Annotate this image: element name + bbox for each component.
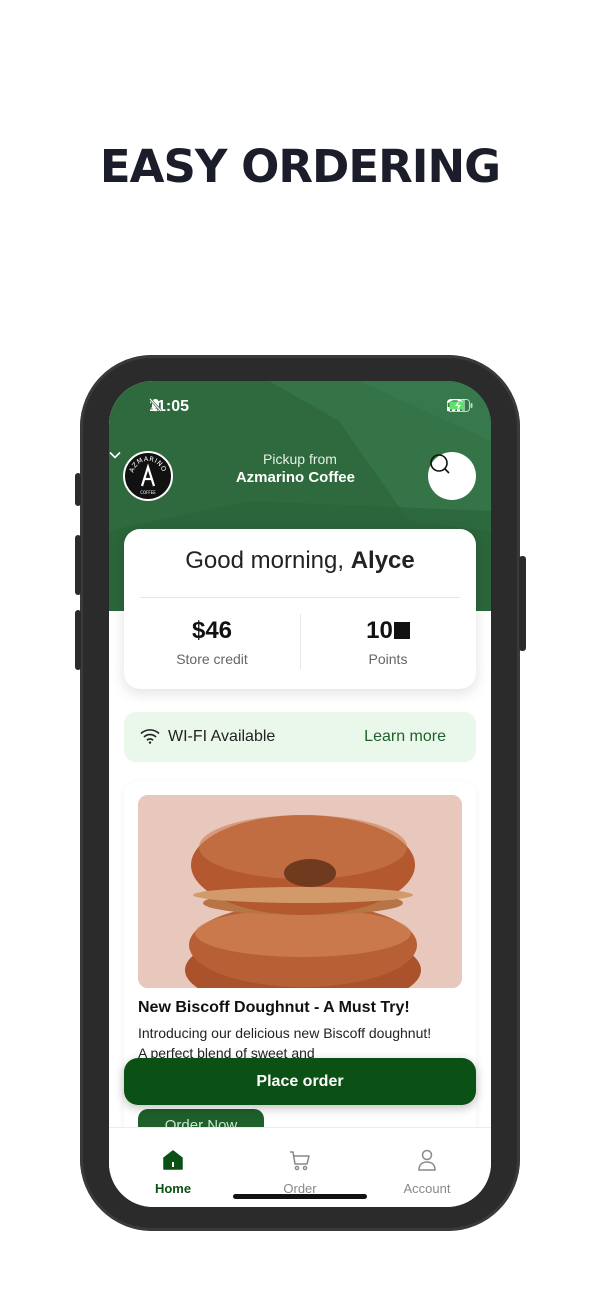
svg-text:COFFEE: COFFEE (140, 490, 156, 495)
learn-more-link[interactable]: Learn more (364, 728, 446, 746)
wifi-label: WI-FI Available (168, 728, 276, 745)
cart-icon[interactable] (288, 1151, 312, 1176)
doughnut-image (138, 795, 462, 988)
greeting-card: Good morning, Alyce $46 Store credit 10 … (124, 529, 476, 689)
store-credit-label: Store credit (176, 651, 248, 667)
promo-description: Introducing our delicious new Biscoff do… (138, 1025, 432, 1061)
wifi-icon (140, 728, 160, 749)
tab-home[interactable]: Home (109, 1148, 237, 1196)
power-button (519, 556, 526, 651)
headline: EASY ORDERING (99, 140, 501, 193)
search-button[interactable] (428, 452, 476, 500)
greeting-text: Good morning, Alyce (185, 547, 415, 574)
place-order-button[interactable]: Place order (124, 1058, 476, 1105)
tab-account[interactable]: Account (363, 1148, 491, 1196)
store-credit-value: $46 (191, 617, 233, 644)
divider (140, 597, 460, 598)
wifi-banner[interactable]: WI-FI Available Learn more (124, 712, 476, 762)
promo-title: New Biscoff Doughnut - A Must Try! (138, 999, 410, 1016)
store-credit-stat[interactable]: $46 Store credit (124, 617, 300, 667)
points-badge-icon (393, 622, 410, 639)
points-stat[interactable]: 10 Points (300, 617, 476, 667)
points-value: 10 (300, 617, 476, 645)
volume-down-button (75, 610, 81, 670)
status-time: 11:05 (149, 398, 190, 415)
tab-label: Home (154, 1181, 192, 1196)
app-screen: 11:05 AZMARINO COFFEE Pickup from Azmari… (109, 381, 491, 1207)
tab-order[interactable]: Order (236, 1148, 364, 1196)
points-label: Points (368, 651, 408, 667)
person-icon[interactable] (415, 1149, 439, 1176)
home-indicator[interactable] (233, 1194, 367, 1199)
home-icon[interactable] (161, 1150, 185, 1176)
mute-switch (75, 473, 81, 506)
tab-label: Account (403, 1181, 451, 1196)
volume-up-button (75, 535, 81, 595)
